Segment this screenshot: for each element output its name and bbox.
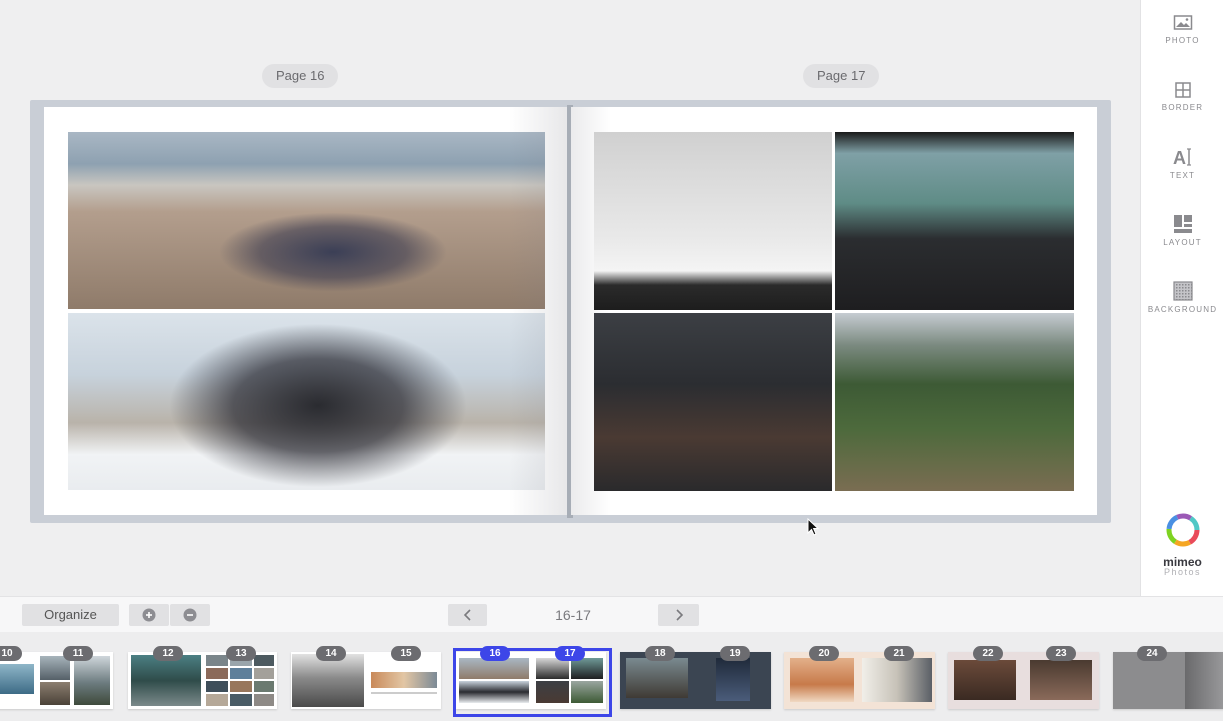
page-badge: 19 bbox=[720, 646, 750, 661]
photo-icon bbox=[1173, 15, 1192, 30]
mimeo-logo-icon bbox=[1166, 513, 1199, 547]
left-page[interactable] bbox=[44, 107, 569, 515]
thumbnail-spread-12-13[interactable] bbox=[128, 652, 277, 709]
background-tool[interactable]: BACKGROUND bbox=[1141, 281, 1223, 314]
text-icon: A bbox=[1173, 148, 1191, 167]
friends-jumping-photo[interactable] bbox=[68, 313, 545, 490]
prev-spread-button[interactable] bbox=[448, 604, 487, 626]
border-icon bbox=[1174, 82, 1191, 98]
border-tool[interactable]: BORDER bbox=[1141, 81, 1223, 112]
layout-tool[interactable]: LAYOUT bbox=[1141, 214, 1223, 247]
page-badge: 10 bbox=[0, 646, 22, 661]
layout-tool-label: LAYOUT bbox=[1163, 238, 1202, 247]
page-range-indicator: 16-17 bbox=[555, 607, 591, 623]
truck-bed-photo[interactable] bbox=[594, 313, 832, 491]
chevron-left-icon bbox=[463, 609, 471, 621]
mountain-photo[interactable] bbox=[594, 132, 832, 310]
bottom-toolbar: Organize 16-17 bbox=[0, 596, 1223, 633]
brand-sub: Photos bbox=[1163, 567, 1202, 577]
page-badge-active: 16 bbox=[480, 646, 510, 661]
chevron-right-icon bbox=[675, 609, 683, 621]
minus-circle-icon bbox=[183, 608, 197, 622]
zoom-out-button[interactable] bbox=[170, 604, 210, 626]
editor-canvas: Page 16 Page 17 bbox=[0, 0, 1140, 596]
page-badge: 24 bbox=[1137, 646, 1167, 661]
plus-circle-icon bbox=[142, 608, 156, 622]
next-spread-button[interactable] bbox=[658, 604, 699, 626]
svg-text:A: A bbox=[1173, 148, 1186, 167]
page-badge: 18 bbox=[645, 646, 675, 661]
car-dashboard-photo[interactable] bbox=[835, 132, 1074, 310]
book-spread bbox=[30, 100, 1111, 523]
text-tool[interactable]: A TEXT bbox=[1141, 147, 1223, 180]
page-badge: 22 bbox=[973, 646, 1003, 661]
mouse-cursor-icon bbox=[807, 518, 819, 536]
thumbnail-spread-18-19[interactable] bbox=[620, 652, 771, 709]
photo-tool-label: PHOTO bbox=[1165, 36, 1200, 45]
page-16-label[interactable]: Page 16 bbox=[262, 64, 339, 88]
thumbnail-strip: 10 11 12 13 14 15 16 17 18 19 20 21 22 2… bbox=[0, 632, 1223, 721]
page-badge: 20 bbox=[809, 646, 839, 661]
background-icon bbox=[1172, 281, 1193, 301]
page-badge: 23 bbox=[1046, 646, 1076, 661]
page-17-label[interactable]: Page 17 bbox=[803, 64, 880, 88]
page-badge-active: 17 bbox=[555, 646, 585, 661]
photo-tool[interactable]: PHOTO bbox=[1141, 14, 1223, 45]
page-badge: 11 bbox=[63, 646, 93, 661]
thumbnail-spread-20-21[interactable] bbox=[784, 652, 935, 709]
zoom-in-button[interactable] bbox=[129, 604, 169, 626]
mimeo-photos-logo: mimeo Photos bbox=[1141, 512, 1223, 577]
thumbnail-spread-22-23[interactable] bbox=[948, 652, 1099, 709]
background-tool-label: BACKGROUND bbox=[1147, 305, 1218, 314]
beach-campfire-photo[interactable] bbox=[68, 132, 545, 309]
right-page[interactable] bbox=[571, 107, 1097, 515]
organize-button[interactable]: Organize bbox=[22, 604, 119, 626]
page-badge: 14 bbox=[316, 646, 346, 661]
selected-spread-highlight bbox=[453, 648, 612, 717]
tool-sidebar: PHOTO BORDER A TEXT LAYOUT BACKGROUND mi… bbox=[1140, 0, 1223, 596]
hillside-friends-photo[interactable] bbox=[835, 313, 1074, 491]
text-tool-label: TEXT bbox=[1169, 171, 1196, 180]
thumbnail-spread-14-15[interactable] bbox=[291, 652, 441, 709]
thumbnail-spread-24[interactable] bbox=[1113, 652, 1223, 709]
page-badge: 15 bbox=[391, 646, 421, 661]
page-badge: 21 bbox=[884, 646, 914, 661]
border-tool-label: BORDER bbox=[1161, 103, 1204, 112]
page-badge: 12 bbox=[153, 646, 183, 661]
page-badge: 13 bbox=[226, 646, 256, 661]
layout-icon bbox=[1173, 215, 1192, 233]
